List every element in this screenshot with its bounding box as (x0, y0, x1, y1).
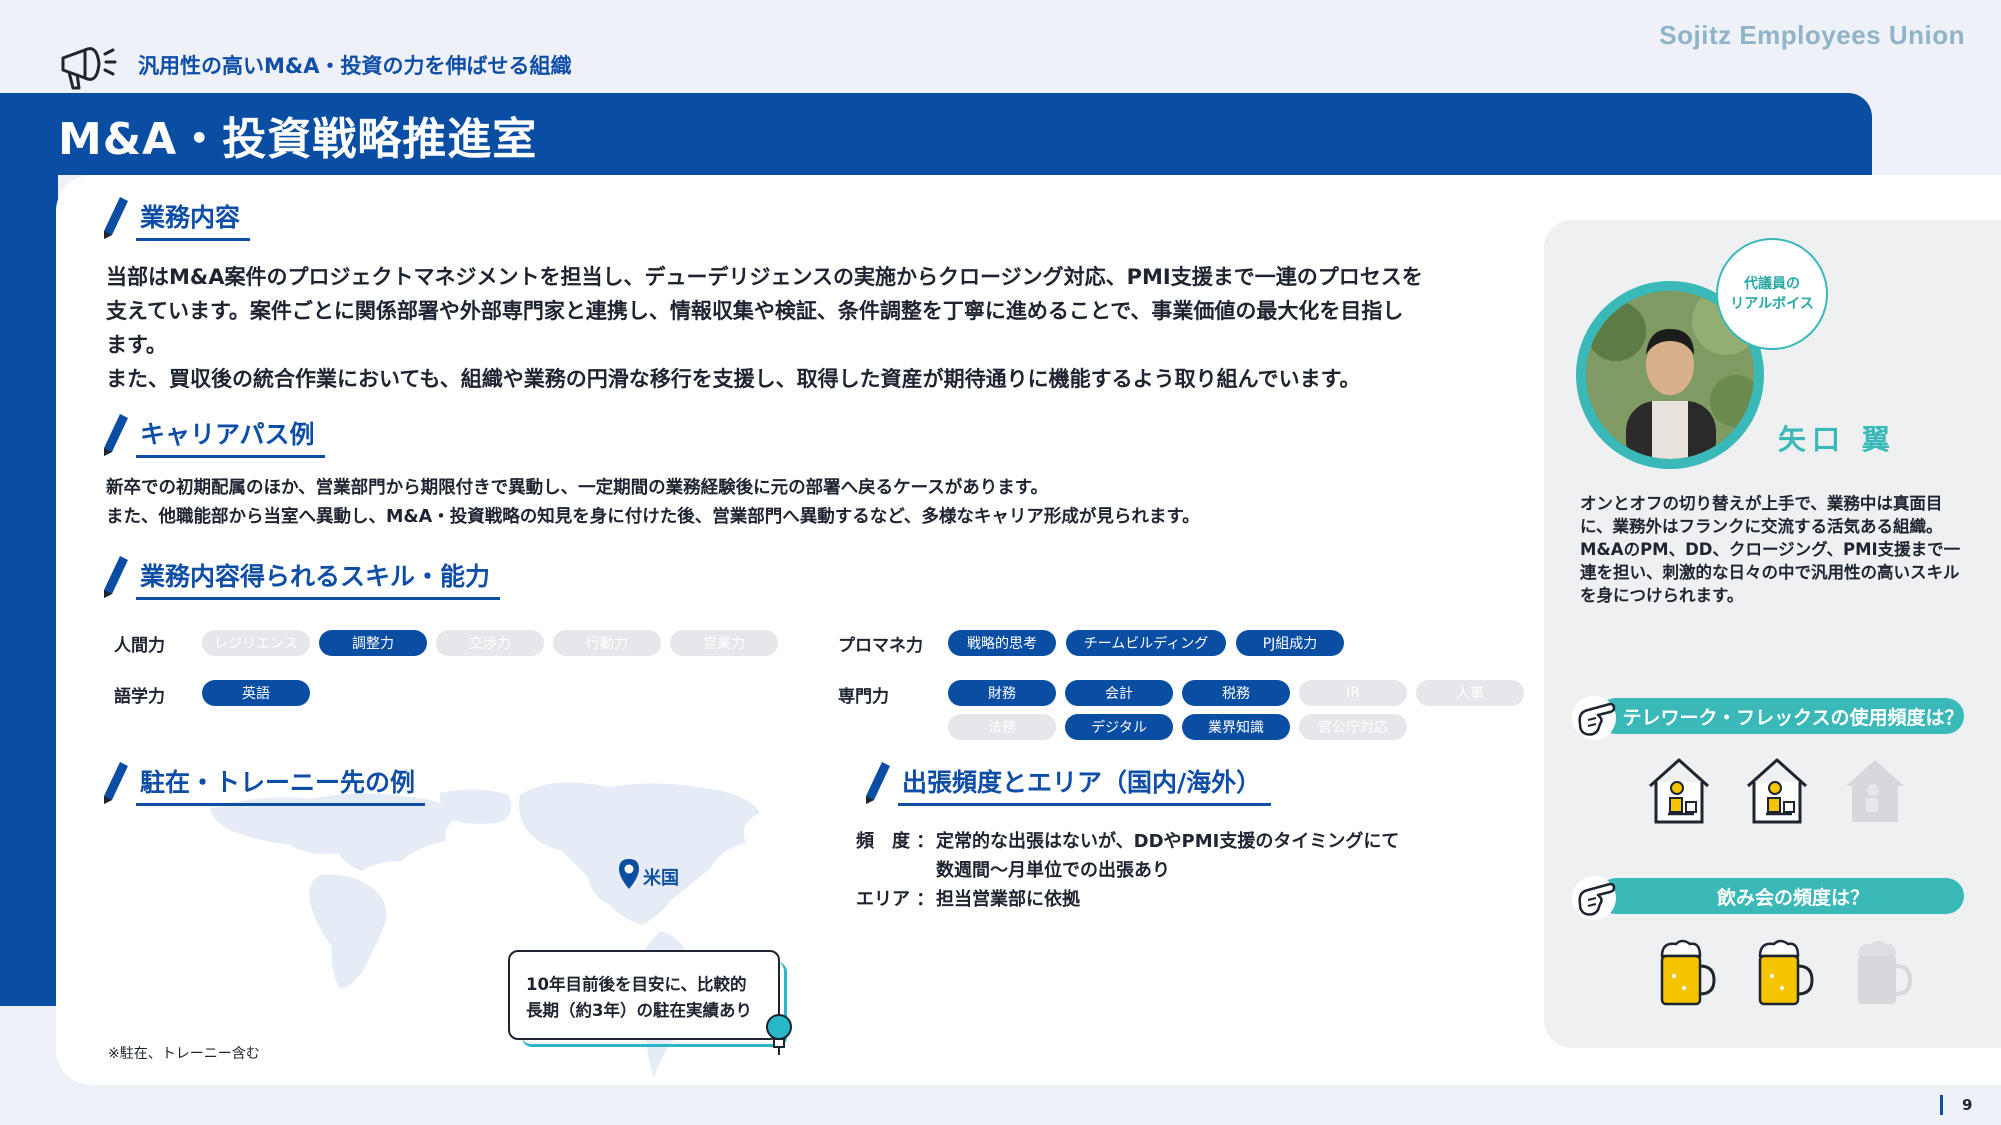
skill-pill: チームビルディング (1066, 630, 1226, 656)
pencil-icon (104, 197, 128, 239)
duties-heading: 業務内容 (100, 195, 251, 241)
page-number: 9 (1962, 1096, 1973, 1114)
posting-heading: 駐在・トレーニー先の例 (100, 760, 426, 806)
trip-frequency: 頻 度 ：定常的な出張はないが、DDやPMI支援のタイミングにて (856, 831, 1400, 852)
duties-body: 当部はM&A案件のプロジェクトマネジメントを担当し、デューデリジェンスの実施から… (106, 265, 1423, 391)
posting-footnote: ※駐在、トレーニー含む (108, 1046, 260, 1062)
trip-area: エリア ：担当営業部に依拠 (856, 889, 1080, 910)
skill-pill: 会計 (1065, 680, 1173, 706)
skill-pill: レジリエンス (202, 630, 310, 656)
career-body: 新卒での初期配属のほか、営業部門から期限付きで異動し、一定期間の業務経験後に元の… (106, 478, 1200, 527)
pencil-icon (104, 414, 128, 456)
skill-pill: 官公庁対応 (1299, 714, 1407, 740)
skills-title: 業務内容得られるスキル・能力 (136, 557, 501, 600)
pencil-icon (104, 762, 128, 804)
telework-question: テレワーク・フレックスの使用頻度は？ (1598, 698, 1964, 734)
skill-pill: IR (1299, 680, 1407, 706)
career-title: キャリアパス例 (136, 415, 325, 458)
pointing-hand-icon (1572, 876, 1616, 920)
page-title: M&A・投資戦略推進室 (58, 114, 538, 165)
beer-mug-icon (1660, 939, 1716, 1006)
location-pin-icon (619, 859, 639, 889)
trips-title: 出張頻度とエリア（国内/海外） (898, 763, 1272, 806)
skill-group-label: 語学力 (114, 687, 165, 707)
career-heading: キャリアパス例 (100, 412, 325, 458)
skill-pill: 営業力 (670, 630, 778, 656)
skill-pill: 行動力 (553, 630, 661, 656)
skill-pill: 業界知識 (1182, 714, 1290, 740)
skill-pill: 戦略的思考 (948, 630, 1056, 656)
skill-pill: 交渉力 (436, 630, 544, 656)
posting-location: 米国 (643, 868, 679, 889)
representative-description: オンとオフの切り替えが上手で、業務中は真面目に、業務外はフランクに交流する活気あ… (1580, 494, 1961, 605)
skill-pill: 財務 (948, 680, 1056, 706)
skill-pill: デジタル (1065, 714, 1173, 740)
posting-title: 駐在・トレーニー先の例 (136, 763, 426, 806)
skill-pill: 人事 (1416, 680, 1524, 706)
drinking-question: 飲み会の頻度は？ (1598, 878, 1964, 914)
voice-bubble: 代議員の リアルボイス (1716, 238, 1828, 350)
skill-pill: 税務 (1182, 680, 1290, 706)
lightbulb-icon (766, 1014, 792, 1055)
home-work-icon (1746, 758, 1808, 824)
skill-pill: 調整力 (319, 630, 427, 656)
skill-group-label: 人間力 (114, 636, 165, 656)
skill-group-label: プロマネ力 (838, 636, 923, 656)
duties-title: 業務内容 (136, 198, 251, 241)
page-caption: 汎用性の高いM&A・投資の力を伸ばせる組織 (138, 54, 572, 78)
home-work-icon (1648, 758, 1710, 824)
pencil-icon (104, 556, 128, 598)
pencil-icon (866, 762, 890, 804)
page-number-bar (1940, 1095, 1943, 1115)
skill-pill: PJ組成力 (1236, 630, 1344, 656)
trip-frequency-cont: 数週間～月単位での出張あり (936, 860, 1170, 881)
skill-pill: 法務 (948, 714, 1056, 740)
pointing-hand-icon (1572, 696, 1616, 740)
skill-pill: 英語 (202, 680, 310, 706)
beer-mug-icon-inactive (1858, 941, 1913, 1004)
brand-logo: Sojitz Employees Union (1659, 20, 1965, 50)
representative-name: 矢口 翼 (1778, 423, 1896, 456)
skill-group-label: 専門力 (838, 687, 889, 707)
megaphone-icon (61, 47, 117, 90)
home-work-icon-inactive (1846, 760, 1904, 822)
skills-heading: 業務内容得られるスキル・能力 (100, 554, 501, 600)
left-strip (0, 170, 58, 1006)
beer-mug-icon (1758, 939, 1814, 1006)
posting-callout: 10年目前後を目安に、比較的 長期（約3年）の駐在実績あり (508, 950, 780, 1040)
trips-heading: 出張頻度とエリア（国内/海外） (862, 760, 1272, 806)
